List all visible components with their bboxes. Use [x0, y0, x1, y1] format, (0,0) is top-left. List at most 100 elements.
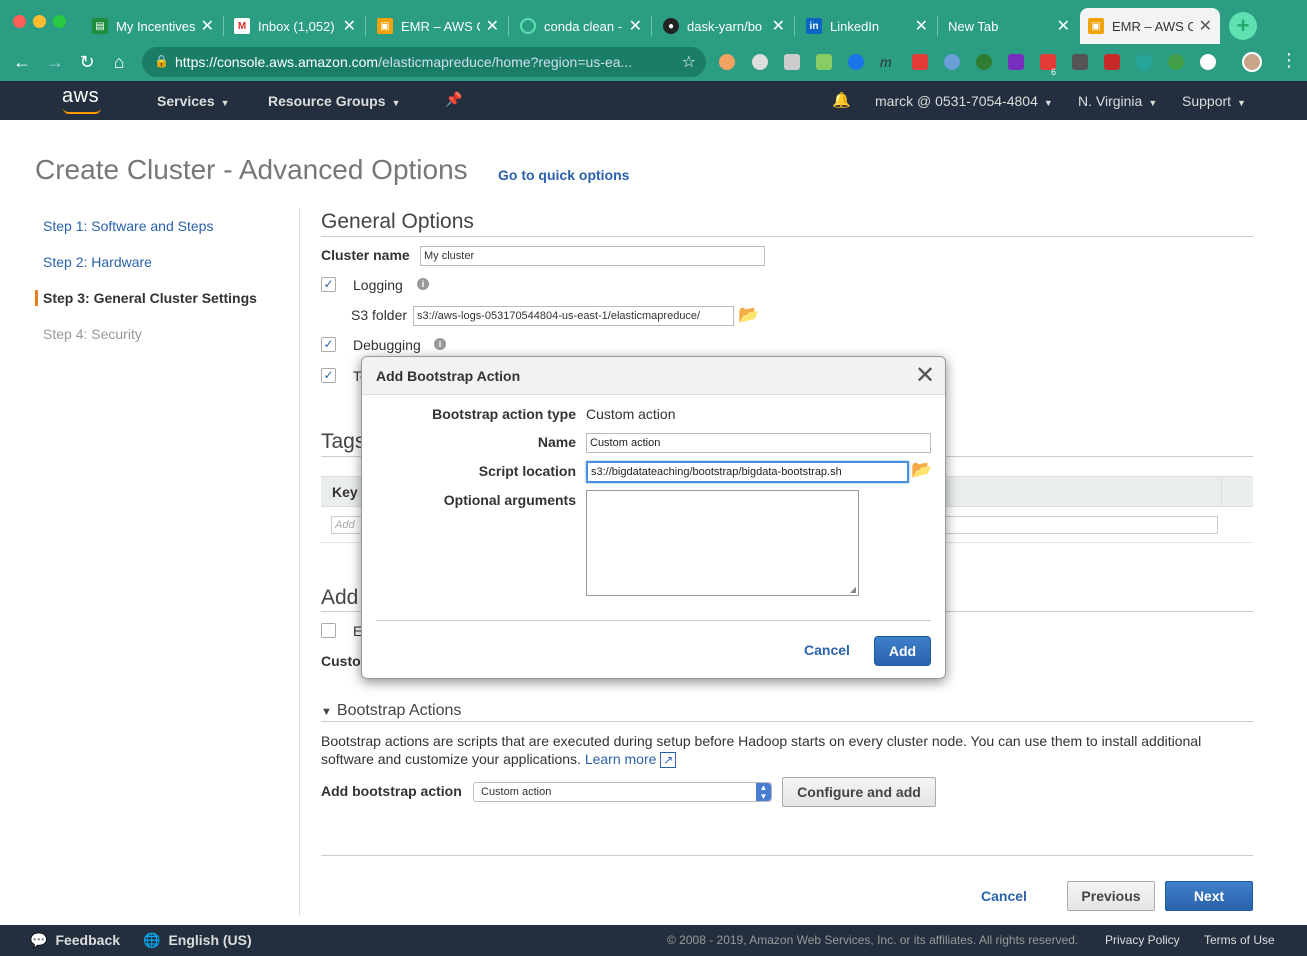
logging-checkbox[interactable]: ✓ [321, 277, 336, 292]
support-menu[interactable]: Support ▼ [1182, 93, 1246, 109]
extension-icon[interactable] [1168, 54, 1184, 70]
tags-heading: Tags [321, 430, 366, 453]
console-footer: 💬 Feedback 🌐 English (US) © 2008 - 2019, A… [0, 925, 1307, 956]
aws-logo[interactable]: aws [62, 85, 99, 108]
globe-icon: 🌐 [143, 932, 161, 948]
bootstrap-actions-heading[interactable]: ▼ Bootstrap Actions [321, 702, 461, 720]
forward-arrow-icon[interactable]: → [43, 50, 67, 74]
learn-more-link[interactable]: Learn more [585, 751, 657, 767]
browser-tab-emr-1[interactable]: ▣ EMR – AWS C ✕ [369, 8, 507, 44]
step-2-link[interactable]: Step 2: Hardware [43, 254, 152, 270]
next-button[interactable]: Next [1165, 881, 1253, 911]
pin-icon[interactable]: 📌 [445, 91, 462, 108]
extension-icon[interactable] [912, 54, 928, 70]
extension-icon[interactable] [848, 54, 864, 70]
extension-icon[interactable] [719, 54, 735, 70]
home-icon[interactable]: ⌂ [107, 50, 131, 74]
info-icon[interactable]: i [417, 278, 429, 290]
extension-icon[interactable] [752, 54, 768, 70]
browser-tab-conda[interactable]: conda clean - ✕ [512, 8, 650, 44]
extension-icon[interactable] [816, 54, 832, 70]
browser-tab-new[interactable]: New Tab ✕ [940, 8, 1078, 44]
window-close-button[interactable] [13, 15, 26, 28]
name-input[interactable]: Custom action [586, 433, 931, 453]
configure-and-add-button[interactable]: Configure and add [782, 777, 936, 807]
bookmark-star-icon[interactable]: ☆ [682, 52, 696, 72]
close-icon[interactable]: ✕ [343, 16, 356, 36]
extension-icon[interactable] [976, 54, 992, 70]
step-4-disabled: Step 4: Security [43, 326, 142, 342]
profile-avatar[interactable] [1242, 52, 1262, 72]
add-bootstrap-action-dialog: Add Bootstrap Action ✕ Bootstrap action … [361, 356, 946, 679]
debugging-checkbox[interactable]: ✓ [321, 337, 336, 352]
cluster-name-input[interactable]: My cluster [420, 246, 765, 266]
page-cancel-button[interactable]: Cancel [981, 888, 1027, 904]
feedback-button[interactable]: 💬 Feedback [30, 932, 120, 949]
privacy-policy-link[interactable]: Privacy Policy [1105, 933, 1180, 947]
extension-icon[interactable] [784, 54, 800, 70]
browser-tab-inbox[interactable]: M Inbox (1,052) ✕ [226, 8, 364, 44]
close-icon[interactable]: ✕ [772, 16, 785, 36]
bell-icon[interactable]: 🔔 [832, 91, 851, 109]
linkedin-icon: in [806, 18, 822, 34]
resource-groups-menu[interactable]: Resource Groups ▼ [268, 93, 400, 109]
url-host: https://console.aws.amazon.com [175, 54, 379, 70]
close-icon[interactable]: ✕ [201, 16, 214, 36]
account-menu[interactable]: marck @ 0531-7054-4804 ▼ [875, 93, 1053, 109]
close-icon[interactable]: ✕ [486, 16, 499, 36]
optional-arguments-label: Optional arguments [443, 492, 576, 508]
close-icon[interactable]: ✕ [915, 361, 935, 390]
extension-icon[interactable] [1104, 54, 1120, 70]
go-to-quick-options-link[interactable]: Go to quick options [498, 167, 629, 183]
folder-open-icon[interactable]: 📂 [738, 305, 759, 325]
additional-option-checkbox[interactable] [321, 623, 336, 638]
close-icon[interactable]: ✕ [1057, 16, 1070, 36]
termination-protection-checkbox[interactable]: ✓ [321, 368, 336, 383]
browser-tab-github[interactable]: ● dask-yarn/bo ✕ [655, 8, 793, 44]
dialog-add-button[interactable]: Add [874, 636, 931, 666]
script-location-input[interactable]: s3://bigdatateaching/bootstrap/bigdata-b… [586, 461, 909, 483]
github-icon: ● [663, 18, 679, 34]
close-icon[interactable]: ✕ [1199, 16, 1212, 36]
aws-box-icon: ▣ [377, 18, 393, 34]
loading-icon [520, 18, 536, 34]
back-arrow-icon[interactable]: ← [10, 50, 34, 74]
tag-value-input[interactable] [930, 516, 1218, 534]
optional-arguments-textarea[interactable]: ◢ [586, 490, 859, 596]
extension-icon[interactable] [1200, 54, 1216, 70]
language-selector[interactable]: 🌐 English (US) [143, 932, 252, 949]
terms-of-use-link[interactable]: Terms of Use [1204, 933, 1275, 947]
browser-tab-incentives[interactable]: ▤ My Incentives ✕ [84, 8, 222, 44]
address-bar[interactable]: 🔒 https://console.aws.amazon.com/elastic… [142, 47, 706, 77]
info-icon[interactable]: i [434, 338, 446, 350]
previous-button[interactable]: Previous [1067, 881, 1155, 911]
step-1-link[interactable]: Step 1: Software and Steps [43, 218, 213, 234]
onenote-icon[interactable] [1008, 54, 1024, 70]
browser-tab-emr-active[interactable]: ▣ EMR – AWS C ✕ [1080, 8, 1220, 44]
bootstrap-action-select[interactable]: Custom action ▲ ▼ [473, 782, 772, 802]
custom-ami-label: Custo [321, 653, 361, 669]
close-icon[interactable]: ✕ [629, 16, 642, 36]
window-zoom-button[interactable] [53, 15, 66, 28]
folder-open-icon[interactable]: 📂 [911, 460, 932, 480]
new-tab-button[interactable]: + [1229, 12, 1257, 40]
s3-folder-label: S3 folder [351, 307, 408, 323]
reload-icon[interactable]: ↻ [75, 50, 99, 74]
extension-icon[interactable]: m [880, 54, 896, 70]
extension-icon[interactable] [1136, 54, 1152, 70]
window-minimize-button[interactable] [33, 15, 46, 28]
logging-label: Logging [353, 277, 403, 293]
chevron-down-icon: ▼ [391, 98, 401, 108]
dialog-header: Add Bootstrap Action ✕ [362, 357, 945, 395]
extension-icon[interactable] [1072, 54, 1088, 70]
dialog-cancel-button[interactable]: Cancel [804, 642, 850, 658]
browser-tab-linkedin[interactable]: in LinkedIn ✕ [798, 8, 936, 44]
extension-badge: 6 [1051, 67, 1057, 77]
extension-icon[interactable] [944, 54, 960, 70]
services-menu[interactable]: Services ▼ [157, 93, 230, 109]
close-icon[interactable]: ✕ [915, 16, 928, 36]
add-bootstrap-action-label: Add bootstrap action [321, 783, 462, 799]
s3-folder-input[interactable]: s3://aws-logs-053170544804-us-east-1/ela… [413, 306, 734, 326]
menu-kebab-icon[interactable]: ⋮ [1280, 50, 1298, 71]
region-menu[interactable]: N. Virginia ▼ [1078, 93, 1157, 109]
